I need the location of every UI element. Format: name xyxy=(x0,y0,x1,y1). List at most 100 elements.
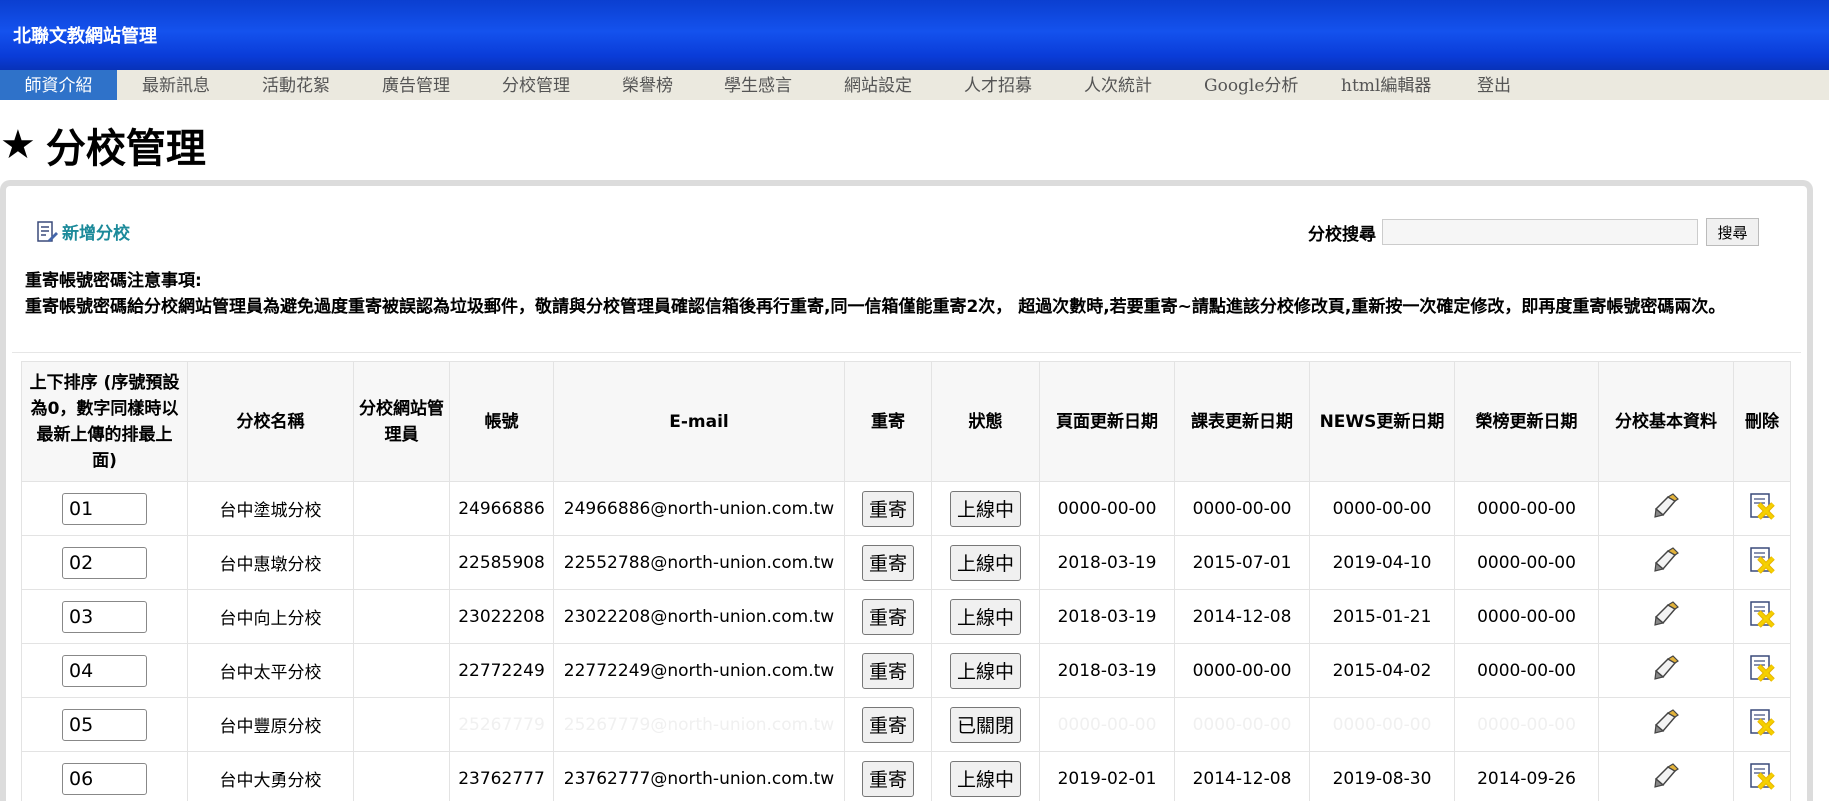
delete-cell xyxy=(1733,697,1791,752)
nav-item-teachers[interactable]: 師資介紹 xyxy=(0,70,117,100)
order-input[interactable] xyxy=(62,600,147,633)
order-cell xyxy=(21,481,188,536)
edit-pencil-icon[interactable] xyxy=(1651,707,1681,737)
star-icon: ★ xyxy=(0,122,36,168)
nav-item-branches[interactable]: 分校管理 xyxy=(502,70,570,100)
notice-heading: 重寄帳號密碼注意事項: xyxy=(25,271,202,291)
edit-pencil-icon[interactable] xyxy=(1651,491,1681,521)
col-honor-date: 榮榜更新日期 xyxy=(1454,361,1599,482)
branch-admin xyxy=(353,697,450,752)
nav-item-recruit[interactable]: 人才招募 xyxy=(964,70,1032,100)
delete-cell xyxy=(1733,481,1791,536)
col-name: 分校名稱 xyxy=(187,361,354,482)
nav-item-html-editor[interactable]: html編輯器 xyxy=(1341,70,1431,100)
resend-button[interactable]: 重寄 xyxy=(861,652,914,689)
col-status: 狀態 xyxy=(931,361,1040,482)
account: 25267779 xyxy=(449,697,554,752)
account: 22772249 xyxy=(449,643,554,698)
resend-button[interactable]: 重寄 xyxy=(861,544,914,581)
info-cell xyxy=(1598,751,1734,801)
order-input[interactable] xyxy=(62,654,147,687)
nav-item-stats[interactable]: 人次統計 xyxy=(1084,70,1152,100)
page-update-date: 0000-00-00 xyxy=(1039,697,1175,752)
order-input[interactable] xyxy=(62,546,147,579)
status-cell: 上線中 xyxy=(931,751,1040,801)
page-update-date: 2018-03-19 xyxy=(1039,589,1175,644)
col-admin: 分校網站管理員 xyxy=(353,361,450,482)
branch-name: 台中惠墩分校 xyxy=(187,535,354,590)
status-cell: 上線中 xyxy=(931,589,1040,644)
status-button[interactable]: 上線中 xyxy=(949,760,1021,797)
honor-update-date: 0000-00-00 xyxy=(1454,697,1599,752)
main-nav: 師資介紹 最新訊息 活動花絮 廣告管理 分校管理 榮譽榜 學生感言 網站設定 人… xyxy=(0,70,1829,100)
edit-pencil-icon[interactable] xyxy=(1651,599,1681,629)
divider xyxy=(12,352,1801,353)
delete-cell xyxy=(1733,535,1791,590)
order-input[interactable] xyxy=(62,492,147,525)
branch-admin xyxy=(353,481,450,536)
col-delete: 刪除 xyxy=(1733,361,1791,482)
resend-button[interactable]: 重寄 xyxy=(861,598,914,635)
order-input[interactable] xyxy=(62,708,147,741)
account: 23762777 xyxy=(449,751,554,801)
nav-item-ads[interactable]: 廣告管理 xyxy=(382,70,450,100)
table-row: 台中惠墩分校 2258590822552788@north-union.com.t… xyxy=(21,535,1791,590)
news-update-date: 2019-04-10 xyxy=(1309,535,1455,590)
honor-update-date: 0000-00-00 xyxy=(1454,535,1599,590)
delete-cell xyxy=(1733,643,1791,698)
account: 24966886 xyxy=(449,481,554,536)
email: 23022208@north-union.com.tw xyxy=(553,589,845,644)
news-update-date: 0000-00-00 xyxy=(1309,481,1455,536)
edit-pencil-icon[interactable] xyxy=(1651,653,1681,683)
schedule-update-date: 0000-00-00 xyxy=(1174,481,1310,536)
status-cell: 上線中 xyxy=(931,643,1040,698)
delete-x-icon[interactable] xyxy=(1747,545,1777,575)
honor-update-date: 0000-00-00 xyxy=(1454,589,1599,644)
status-button[interactable]: 上線中 xyxy=(949,652,1021,689)
delete-x-icon[interactable] xyxy=(1747,599,1777,629)
col-page-date: 頁面更新日期 xyxy=(1039,361,1175,482)
schedule-update-date: 2015-07-01 xyxy=(1174,535,1310,590)
nav-item-testimonials[interactable]: 學生感言 xyxy=(724,70,792,100)
schedule-update-date: 0000-00-00 xyxy=(1174,643,1310,698)
status-button[interactable]: 上線中 xyxy=(949,544,1021,581)
delete-x-icon[interactable] xyxy=(1747,707,1777,737)
status-button[interactable]: 上線中 xyxy=(949,598,1021,635)
nav-item-google-analytics[interactable]: Google分析 xyxy=(1204,70,1298,100)
search-label: 分校搜尋 xyxy=(1308,224,1376,245)
status-cell: 上線中 xyxy=(931,535,1040,590)
branch-name: 台中太平分校 xyxy=(187,643,354,698)
resend-button[interactable]: 重寄 xyxy=(861,706,914,743)
email: 24966886@north-union.com.tw xyxy=(553,481,845,536)
schedule-update-date: 2014-12-08 xyxy=(1174,751,1310,801)
status-button[interactable]: 上線中 xyxy=(949,490,1021,527)
nav-item-logout[interactable]: 登出 xyxy=(1477,70,1511,100)
edit-pencil-icon[interactable] xyxy=(1651,761,1681,791)
order-cell xyxy=(21,535,188,590)
order-input[interactable] xyxy=(62,762,147,795)
delete-cell xyxy=(1733,589,1791,644)
schedule-update-date: 0000-00-00 xyxy=(1174,697,1310,752)
nav-item-site-settings[interactable]: 網站設定 xyxy=(844,70,912,100)
resend-button[interactable]: 重寄 xyxy=(861,490,914,527)
branch-name: 台中向上分校 xyxy=(187,589,354,644)
page-update-date: 2018-03-19 xyxy=(1039,535,1175,590)
search-button[interactable]: 搜尋 xyxy=(1706,218,1759,246)
status-button[interactable]: 已關閉 xyxy=(949,706,1021,743)
branch-name: 台中豐原分校 xyxy=(187,697,354,752)
nav-item-news[interactable]: 最新訊息 xyxy=(142,70,210,100)
delete-x-icon[interactable] xyxy=(1747,491,1777,521)
edit-pencil-icon[interactable] xyxy=(1651,545,1681,575)
honor-update-date: 0000-00-00 xyxy=(1454,481,1599,536)
nav-item-activities[interactable]: 活動花絮 xyxy=(262,70,330,100)
search-input[interactable] xyxy=(1382,219,1698,245)
news-update-date: 2019-08-30 xyxy=(1309,751,1455,801)
nav-item-honor[interactable]: 榮譽榜 xyxy=(622,70,673,100)
delete-x-icon[interactable] xyxy=(1747,761,1777,791)
col-news-date: NEWS更新日期 xyxy=(1309,361,1455,482)
col-info: 分校基本資料 xyxy=(1598,361,1734,482)
resend-button[interactable]: 重寄 xyxy=(861,760,914,797)
add-branch-link[interactable]: 新增分校 xyxy=(36,219,130,244)
order-cell xyxy=(21,643,188,698)
delete-x-icon[interactable] xyxy=(1747,653,1777,683)
